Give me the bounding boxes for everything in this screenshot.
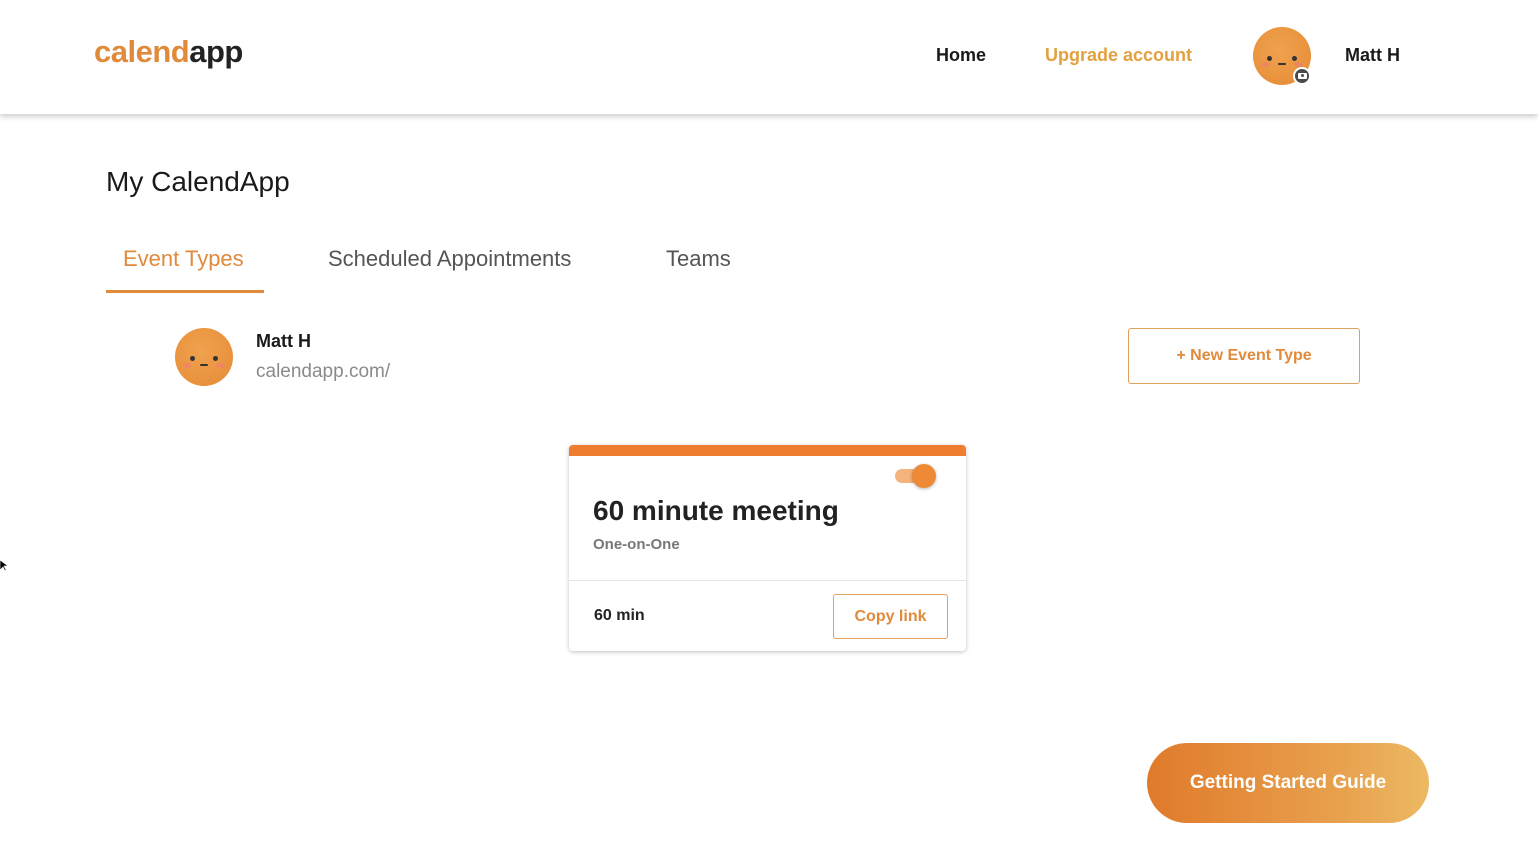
active-tab-indicator xyxy=(106,290,264,293)
profile-name: Matt H xyxy=(256,331,311,351)
getting-started-guide-button[interactable]: Getting Started Guide xyxy=(1147,743,1429,823)
copy-link-button[interactable]: Copy link xyxy=(833,594,948,639)
profile-url-link[interactable]: calendapp.com/ xyxy=(256,361,390,383)
profile-avatar xyxy=(175,328,233,386)
card-color-bar xyxy=(569,445,966,456)
camera-icon[interactable] xyxy=(1293,67,1311,85)
avatar-eye-right xyxy=(213,356,218,361)
avatar-mouth xyxy=(200,364,208,366)
new-event-type-button[interactable]: + New Event Type xyxy=(1128,328,1360,384)
avatar-blush-left xyxy=(1261,62,1270,67)
camera-glyph xyxy=(1297,73,1307,79)
avatar-eye-left xyxy=(190,356,195,361)
event-duration: 60 min xyxy=(594,607,645,624)
avatar-mouth xyxy=(1278,63,1286,65)
event-type-label: One-on-One xyxy=(593,536,680,553)
logo-part-1: calend xyxy=(94,34,190,69)
header-user-name[interactable]: Matt H xyxy=(1345,45,1400,66)
avatar-blush-left xyxy=(183,363,192,368)
tab-scheduled-appointments[interactable]: Scheduled Appointments xyxy=(328,246,571,272)
logo-part-2: app xyxy=(189,34,243,69)
card-divider xyxy=(569,580,966,581)
top-header: calendapp Home Upgrade account Matt H xyxy=(0,0,1538,114)
event-enabled-toggle[interactable] xyxy=(894,464,936,488)
event-title[interactable]: 60 minute meeting xyxy=(593,495,839,527)
tab-event-types[interactable]: Event Types xyxy=(123,246,244,272)
avatar-eye-right xyxy=(1292,56,1297,61)
tab-teams[interactable]: Teams xyxy=(666,246,731,272)
nav-upgrade-link[interactable]: Upgrade account xyxy=(1045,45,1192,66)
calendapp-logo[interactable]: calendapp xyxy=(94,34,243,70)
event-type-card: 60 minute meeting One-on-One 60 min Copy… xyxy=(569,445,966,651)
avatar-eye-left xyxy=(1267,56,1272,61)
mouse-cursor-icon xyxy=(0,560,8,572)
page-title: My CalendApp xyxy=(106,166,290,197)
nav-home-link[interactable]: Home xyxy=(936,45,986,66)
toggle-knob xyxy=(912,464,936,488)
avatar-blush-right xyxy=(216,363,225,368)
